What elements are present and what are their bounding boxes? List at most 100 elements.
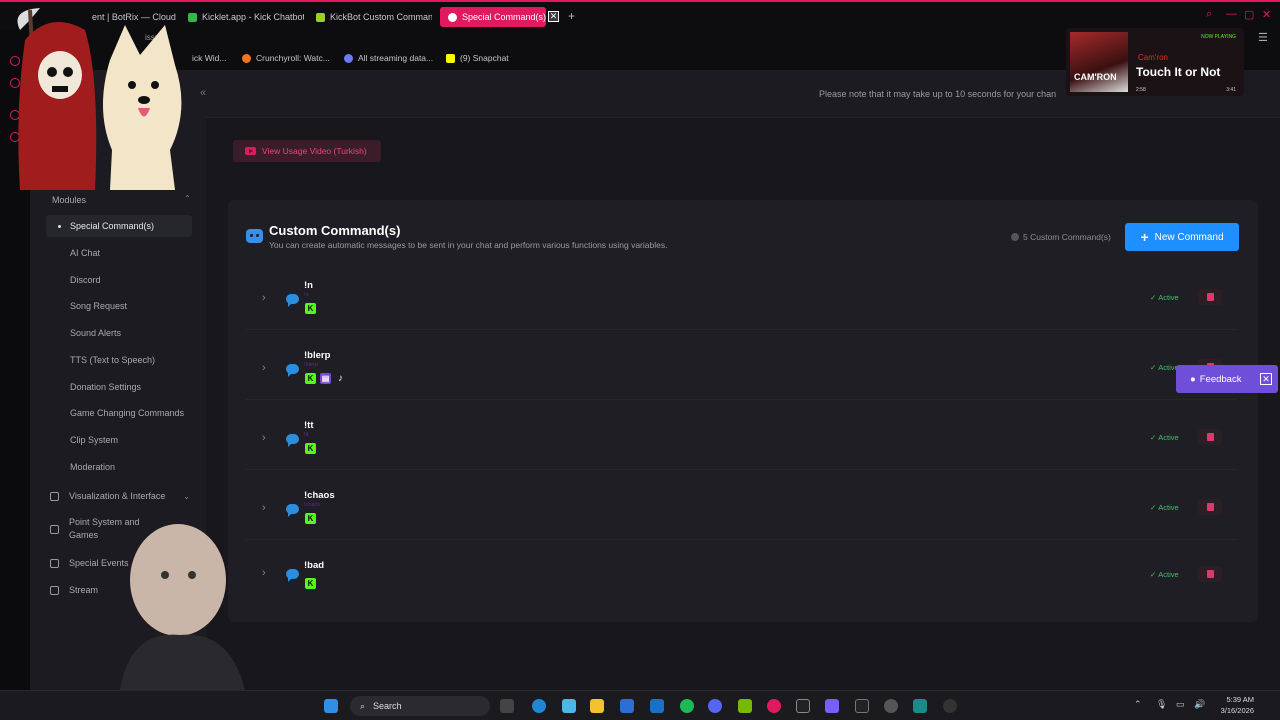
now-playing-title: Touch It or Not (1136, 65, 1221, 79)
command-row[interactable]: › !n !n K ✓ Active (246, 270, 1238, 330)
delete-button[interactable] (1198, 289, 1222, 305)
settings-gear-icon[interactable] (884, 699, 898, 713)
botrix-favicon-icon (448, 12, 457, 22)
save-delay-notice: Please note that it may take up to 10 se… (819, 89, 1057, 99)
tab-special-commands[interactable]: Special Command(s) (440, 7, 546, 27)
kick-platform-icon: K (305, 303, 316, 314)
sidebar-item-moderation[interactable]: Moderation (46, 456, 192, 478)
network-icon[interactable]: ▭ (1176, 699, 1185, 710)
feedback-label: Feedback (1199, 373, 1242, 385)
new-tab-button[interactable]: + (568, 9, 575, 23)
page-subtitle: You can create automatic messages to be … (269, 240, 668, 250)
chat-bubble-icon (286, 434, 299, 447)
edge-icon[interactable] (532, 699, 546, 713)
sidebar-item-ai-chat[interactable]: AI Chat (46, 242, 192, 264)
delete-button[interactable] (1198, 566, 1222, 582)
bookmark-crunchyroll[interactable]: Crunchyroll: Watc... (242, 53, 330, 63)
chevron-up-icon[interactable]: ⌃ (1134, 699, 1142, 710)
app-icon[interactable] (913, 699, 927, 713)
menu-icon[interactable]: ☰ (1258, 31, 1268, 44)
collapse-sidebar-icon[interactable]: « (200, 87, 206, 99)
snapchat-icon (446, 53, 455, 63)
grid-app-icon[interactable] (825, 699, 839, 713)
expand-chevron-icon[interactable]: › (262, 362, 266, 374)
terminal-icon[interactable] (855, 699, 869, 713)
minimize-icon[interactable]: — (1226, 8, 1237, 20)
maximize-icon[interactable]: ▢ (1244, 8, 1254, 21)
obs-icon[interactable] (943, 699, 957, 713)
expand-chevron-icon[interactable]: › (262, 502, 266, 514)
store-icon[interactable] (620, 699, 634, 713)
expand-chevron-icon[interactable]: › (262, 567, 266, 579)
twitch-platform-icon: ▤ (320, 373, 331, 384)
sidebar-item-clip-system[interactable]: Clip System (46, 429, 192, 451)
command-trigger-tag: !tt (304, 432, 309, 438)
sidebar-item-special-commands[interactable]: Special Command(s) (46, 215, 192, 237)
delete-button[interactable] (1198, 499, 1222, 515)
discord-icon[interactable] (708, 699, 722, 713)
nvidia-icon[interactable] (738, 699, 752, 713)
sidebar-item-label: Donation Settings (70, 382, 142, 392)
sidebar-item-label: TTS (Text to Speech) (70, 355, 156, 365)
windows-start-icon[interactable] (324, 699, 338, 713)
command-name: !chaos (304, 490, 335, 501)
sidebar-item-tts[interactable]: TTS (Text to Speech) (46, 349, 192, 371)
sidebar-group-visualization[interactable]: Visualization & Interface ⌄ (46, 489, 194, 503)
expand-chevron-icon[interactable]: › (262, 292, 266, 304)
trash-icon (1206, 570, 1214, 578)
sidebar-item-label: Sound Alerts (70, 328, 122, 338)
streaming-app-icon[interactable] (796, 699, 810, 713)
status-badge: ✓ Active (1150, 502, 1179, 512)
close-window-icon[interactable]: ✕ (1262, 8, 1271, 21)
expand-chevron-icon[interactable]: › (262, 432, 266, 444)
sidebar-item-game-changing-commands[interactable]: Game Changing Commands (46, 402, 192, 424)
taskbar-clock[interactable]: 5:39 AM 3/16/2026 (1212, 694, 1254, 716)
copilot-icon[interactable] (562, 699, 576, 713)
outlook-icon[interactable] (650, 699, 664, 713)
chat-bubble-icon (286, 364, 299, 377)
visualization-icon (50, 491, 59, 501)
chat-bubble-icon (286, 504, 299, 517)
sidebar-item-donation-settings[interactable]: Donation Settings (46, 376, 192, 398)
info-icon (1011, 233, 1019, 241)
feedback-button[interactable]: ● Feedback ✕ (1176, 365, 1278, 393)
close-tab-icon[interactable]: ✕ (548, 11, 559, 22)
stream-icon (50, 585, 59, 595)
sidebar-item-discord[interactable]: Discord (46, 269, 192, 291)
taskbar-search[interactable]: ⌕ Search (350, 696, 490, 716)
volume-icon[interactable]: 🔊 (1194, 699, 1205, 710)
microphone-icon[interactable]: 🎙 (1156, 699, 1167, 710)
sidebar-item-sound-alerts[interactable]: Sound Alerts (46, 322, 192, 344)
close-feedback-icon[interactable]: ✕ (1260, 373, 1272, 385)
now-playing-elapsed: 2:58 (1136, 87, 1146, 93)
task-view-icon[interactable] (500, 699, 514, 713)
command-row[interactable]: › !tt !tt K ✓ Active (246, 410, 1238, 470)
spotify-icon[interactable] (680, 699, 694, 713)
delete-button[interactable] (1198, 429, 1222, 445)
command-row[interactable]: › !bad K ✓ Active (246, 550, 1238, 600)
tab-kickbot[interactable]: KickBot Custom Command (316, 7, 432, 27)
bookmark-streaming-data[interactable]: All streaming data... (344, 53, 433, 63)
command-count: 5 Custom Command(s) (1011, 232, 1111, 242)
clock-time: 5:39 AM (1226, 695, 1254, 704)
file-explorer-icon[interactable] (590, 699, 604, 713)
new-command-button[interactable]: + New Command (1125, 223, 1239, 251)
chat-bubble-icon (286, 294, 299, 307)
special-events-icon (50, 558, 59, 568)
bookmark-label: All streaming data... (358, 53, 434, 63)
command-row[interactable]: › !blerp !blerp K ▤ ♪ ✓ Active (246, 340, 1238, 400)
command-row[interactable]: › !chaos !chaos K ✓ Active (246, 480, 1238, 540)
view-usage-video-button[interactable]: View Usage Video (Turkish) (233, 140, 381, 162)
now-playing-widget: CAM'RON NOW PLAYING Cam'ron Touch It or … (1066, 28, 1244, 96)
opera-gx-icon[interactable] (767, 699, 781, 713)
sidebar-item-label: Game Changing Commands (70, 408, 185, 418)
bookmark-snapchat[interactable]: (9) Snapchat (446, 53, 509, 63)
search-tabs-icon[interactable]: ⌕ (1206, 8, 1212, 21)
robot-icon (246, 229, 263, 243)
sidebar-item-song-request[interactable]: Song Request (46, 295, 192, 317)
trash-icon (1206, 433, 1214, 441)
tab-label: Special Command(s) (462, 12, 546, 22)
tab-kicklet[interactable]: Kicklet.app - Kick Chatbot (188, 7, 304, 27)
command-count-label: 5 Custom Command(s) (1023, 232, 1111, 242)
now-playing-tag: NOW PLAYING (1201, 34, 1236, 40)
